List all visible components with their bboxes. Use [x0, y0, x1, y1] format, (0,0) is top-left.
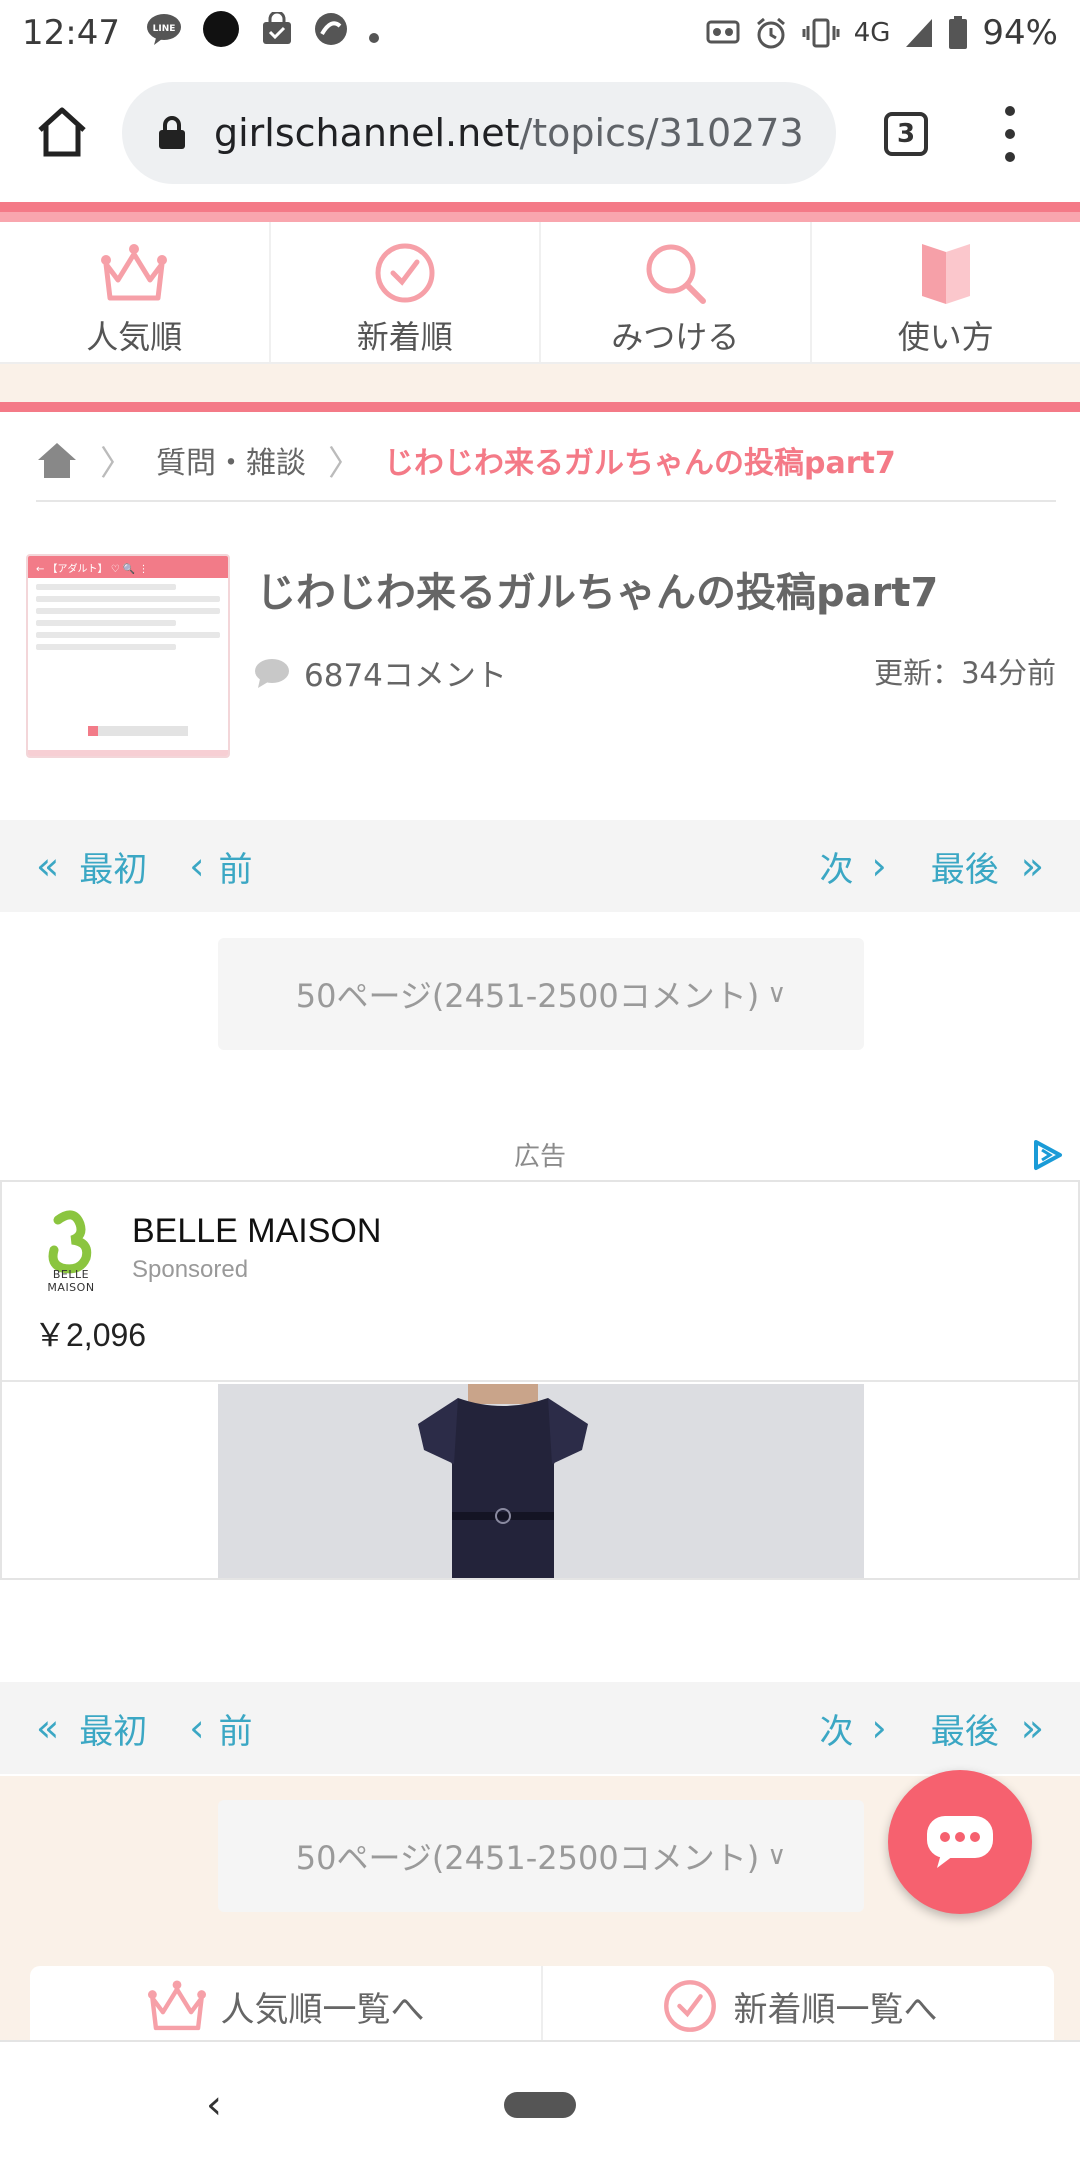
url-domain: girlschannel.net: [214, 111, 520, 155]
topic-title[interactable]: じわじわ来るガルちゃんの投稿part7: [256, 560, 938, 618]
more-dot-icon: [368, 13, 380, 53]
pager-prev-button[interactable]: ‹ 前: [189, 842, 252, 891]
ad-card[interactable]: BELLE MAISON BELLE MAISON Sponsored ￥2,0…: [0, 1180, 1080, 1580]
tab-switcher-button[interactable]: 3: [884, 112, 928, 156]
back-icon[interactable]: ‹: [206, 2082, 222, 2128]
url-path: /topics/310273: [519, 111, 804, 155]
network-type: 4G: [853, 18, 891, 48]
pager-top: «最初 ‹ 前 次 › 最後»: [0, 820, 1080, 912]
popular-list-link[interactable]: 人気順一覧へ: [30, 1966, 543, 2046]
nav-label-popular: 人気順: [86, 318, 183, 356]
alarm-icon: [756, 17, 785, 49]
svg-text:LINE: LINE: [153, 24, 176, 34]
nav-item-newest[interactable]: 新着順: [271, 222, 541, 362]
vibrate-icon: [802, 18, 840, 48]
home-icon[interactable]: [36, 440, 78, 480]
chat-bubble-icon: [927, 1816, 993, 1868]
book-icon: [921, 244, 970, 304]
pager-first-button[interactable]: «最初: [36, 842, 147, 891]
lock-icon: [159, 116, 185, 149]
clock-icon: [375, 243, 435, 303]
status-bar: 12:47 LINE 4G 94%: [0, 0, 1080, 66]
line-icon: LINE: [146, 12, 182, 55]
battery-level: 94%: [982, 13, 1058, 53]
thumbnail-header: ← 【アダルト】 ♡ 🔍 ⋮: [28, 556, 228, 578]
ad-label: 広告: [513, 1142, 566, 1172]
nav-label-find: みつける: [611, 318, 740, 356]
ad-product-image[interactable]: [218, 1384, 864, 1578]
dot-icon: [202, 10, 240, 57]
comment-count-text: 6874コメント: [304, 658, 507, 694]
double-chevron-right-icon: »: [1020, 1706, 1044, 1750]
battery-icon: [949, 16, 968, 49]
chevron-right-icon: ›: [871, 1706, 887, 1750]
chevron-left-icon: ‹: [189, 1706, 205, 1750]
pager-last-button[interactable]: 最後»: [931, 842, 1044, 891]
nav-item-howto[interactable]: 使い方: [812, 222, 1080, 362]
nav-item-popular[interactable]: 人気順: [0, 222, 271, 362]
chevron-down-icon: ∨: [767, 979, 787, 1009]
url-bar[interactable]: girlschannel.net/topics/310273: [122, 82, 836, 184]
chevron-left-icon: ‹: [189, 844, 205, 888]
updated-time: 更新：34分前: [874, 656, 1056, 690]
home-icon[interactable]: [36, 106, 88, 158]
footer-nav: 人気順一覧へ 新着順一覧へ: [30, 1966, 1054, 2046]
breadcrumb-category[interactable]: 質問・雑談: [156, 438, 306, 482]
signal-icon: [906, 19, 933, 47]
clock-time: 12:47: [22, 13, 120, 53]
nav-item-find[interactable]: みつける: [541, 222, 812, 362]
comment-count: 6874コメント: [254, 650, 507, 695]
ad-sponsored-label: Sponsored: [132, 1256, 249, 1283]
double-chevron-left-icon: «: [36, 1706, 60, 1750]
header-accent-bar-light: [0, 212, 1080, 222]
page-select-bottom[interactable]: 50ページ(2451-2500コメント) ∨: [218, 1800, 864, 1912]
newest-list-link[interactable]: 新着順一覧へ: [543, 1966, 1054, 2046]
search-icon: [646, 244, 707, 304]
pager-next-button[interactable]: 次 ›: [820, 842, 887, 891]
speech-bubble-icon: [255, 658, 289, 688]
cast-icon: [706, 20, 740, 44]
system-nav-bar: ‹: [0, 2040, 1080, 2160]
brand-logo-text: BELLE MAISON: [47, 1268, 95, 1294]
chevron-right-icon: 〉: [100, 443, 134, 484]
cream-divider: [0, 364, 1080, 402]
comment-fab-button[interactable]: [888, 1770, 1032, 1914]
chevron-right-icon: ›: [871, 844, 887, 888]
home-pill-icon[interactable]: [504, 2092, 576, 2118]
page-select-value: 50ページ(2451-2500コメント): [295, 977, 760, 1015]
brand-logo: BELLE MAISON: [28, 1210, 114, 1294]
page-select-value: 50ページ(2451-2500コメント): [295, 1839, 760, 1877]
topic-header: ← 【アダルト】 ♡ 🔍 ⋮ じわじわ来るガルちゃんの投稿part7 6874コ…: [26, 554, 1056, 758]
site-nav: 人気順 新着順 みつける 使い方: [0, 222, 1080, 364]
nav-label-howto: 使い方: [897, 318, 994, 356]
nav-label-newest: 新着順: [356, 318, 453, 356]
breadcrumb-current: じわじわ来るガルちゃんの投稿part7: [384, 446, 896, 481]
ad-price: ￥2,096: [34, 1317, 147, 1353]
double-chevron-right-icon: »: [1020, 844, 1044, 888]
pager-prev-button[interactable]: ‹ 前: [189, 1704, 252, 1753]
browser-toolbar: girlschannel.net/topics/310273 3: [0, 66, 1080, 202]
pager-next-button[interactable]: 次 ›: [820, 1704, 887, 1753]
double-chevron-left-icon: «: [36, 844, 60, 888]
topic-thumbnail[interactable]: ← 【アダルト】 ♡ 🔍 ⋮: [26, 554, 230, 758]
app-icon: [314, 12, 348, 55]
adchoices-icon[interactable]: [1030, 1138, 1064, 1172]
breadcrumb: 〉 質問・雑談 〉 じわじわ来るガルちゃんの投稿part7: [36, 420, 1056, 502]
crown-icon: [101, 244, 168, 301]
ad-brand-name: BELLE MAISON: [132, 1212, 382, 1250]
page-select-top[interactable]: 50ページ(2451-2500コメント) ∨: [218, 938, 864, 1050]
content-accent-bar: [0, 402, 1080, 412]
chevron-down-icon: ∨: [767, 1841, 787, 1871]
pager-last-button[interactable]: 最後»: [931, 1704, 1044, 1753]
pager-bottom: «最初 ‹ 前 次 › 最後»: [0, 1682, 1080, 1774]
crown-icon: [147, 1980, 206, 2031]
url-text: girlschannel.net/topics/310273: [214, 111, 804, 155]
clock-icon: [663, 1980, 716, 2032]
pager-first-button[interactable]: «最初: [36, 1704, 147, 1753]
overflow-menu-icon[interactable]: [1000, 106, 1020, 162]
ad-divider: [2, 1380, 1078, 1382]
chevron-right-icon: 〉: [328, 443, 362, 484]
shopping-icon: [260, 10, 294, 55]
